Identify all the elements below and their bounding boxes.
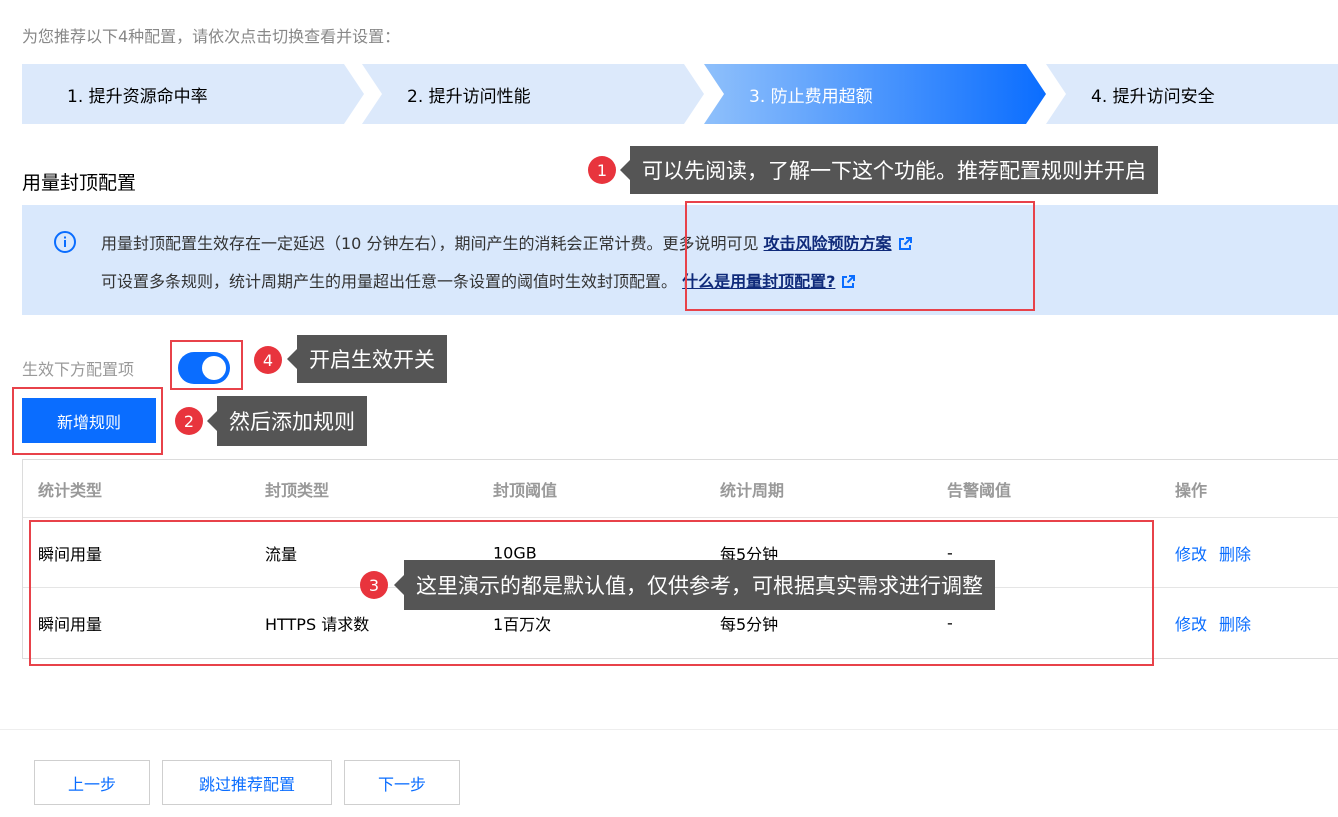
- header-alert: 告警阈值: [947, 480, 1012, 500]
- cell-actions: 修改 删除: [1175, 611, 1263, 635]
- step-4[interactable]: 4. 提升访问安全: [1046, 64, 1338, 124]
- info-box: 用量封顶配置生效存在一定延迟（10 分钟左右），期间产生的消耗会正常计费。更多说…: [22, 205, 1338, 315]
- annotation-callout-2: 然后添加规则: [217, 396, 367, 446]
- step-2[interactable]: 2. 提升访问性能: [362, 64, 706, 124]
- toggle-label: 生效下方配置项: [22, 360, 135, 379]
- cell-actions: 修改 删除: [1175, 541, 1263, 565]
- edit-link[interactable]: 修改: [1175, 545, 1207, 564]
- section-title: 用量封顶配置: [22, 172, 137, 194]
- delete-link[interactable]: 删除: [1219, 615, 1251, 634]
- annotation-box-info: [685, 201, 1035, 311]
- step-3-label: 3. 防止费用超额: [749, 86, 873, 107]
- step-2-label: 2. 提升访问性能: [407, 86, 531, 107]
- header-period: 统计周期: [720, 480, 785, 500]
- header-cap-type: 封顶类型: [265, 480, 330, 500]
- info-line-1-text: 用量封顶配置生效存在一定延迟（10 分钟左右），期间产生的消耗会正常计费。更多说…: [101, 234, 759, 253]
- header-stat-type: 统计类型: [38, 480, 103, 500]
- info-line-2-text: 可设置多条规则，统计周期产生的用量超出任意一条设置的阈值时生效封顶配置。: [101, 272, 678, 291]
- annotation-callout-4: 开启生效开关: [297, 335, 447, 383]
- edit-link[interactable]: 修改: [1175, 615, 1207, 634]
- annotation-callout-1: 可以先阅读，了解一下这个功能。推荐配置规则并开启: [630, 146, 1158, 194]
- footer-divider: [0, 729, 1338, 730]
- annotation-box-add: [12, 387, 163, 455]
- info-icon: [54, 231, 76, 253]
- step-nav: 1. 提升资源命中率 2. 提升访问性能 3. 防止费用超额 4. 提升访问安全: [22, 64, 1338, 124]
- annotation-callout-3: 这里演示的都是默认值，仅供参考，可根据真实需求进行调整: [404, 560, 995, 610]
- step-1[interactable]: 1. 提升资源命中率: [22, 64, 364, 124]
- annotation-badge-4: 4: [254, 346, 282, 374]
- intro-text: 为您推荐以下4种配置，请依次点击切换查看并设置：: [22, 27, 401, 46]
- step-4-label: 4. 提升访问安全: [1091, 86, 1215, 107]
- prev-step-button[interactable]: 上一步: [34, 760, 150, 805]
- skip-recommend-button[interactable]: 跳过推荐配置: [162, 760, 332, 805]
- annotation-box-toggle: [170, 340, 243, 390]
- annotation-badge-3: 3: [360, 571, 388, 599]
- step-1-label: 1. 提升资源命中率: [67, 86, 208, 107]
- annotation-badge-2: 2: [175, 407, 203, 435]
- header-threshold: 封顶阈值: [493, 480, 558, 500]
- table-header: 统计类型 封顶类型 封顶阈值 统计周期 告警阈值 操作: [23, 460, 1338, 518]
- delete-link[interactable]: 删除: [1219, 545, 1251, 564]
- annotation-badge-1: 1: [588, 156, 616, 184]
- next-step-button[interactable]: 下一步: [344, 760, 460, 805]
- step-3[interactable]: 3. 防止费用超额: [704, 64, 1048, 124]
- header-actions: 操作: [1175, 480, 1208, 500]
